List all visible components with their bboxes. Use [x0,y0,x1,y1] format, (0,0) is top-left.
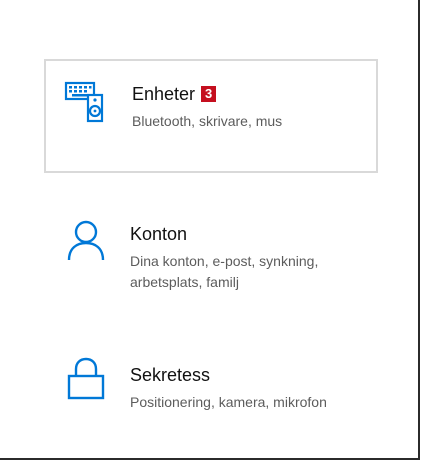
tile-description-line: arbetsplats, familj [130,274,239,290]
tile-description: Dina konton, e-post, synkning, arbetspla… [130,251,368,293]
tile-text-accounts: Konton Dina konton, e-post, synkning, ar… [130,223,368,293]
tile-description-line: Dina konton, e-post, synkning, [130,253,319,269]
lock-icon [64,356,110,402]
devices-icon [64,79,110,125]
notification-badge: 3 [201,86,217,102]
tile-title: Enheter [132,84,196,104]
tile-title: Konton [130,224,188,244]
person-icon [64,218,110,264]
settings-tile-devices[interactable]: Enheter 3 Bluetooth, skrivare, mus [44,59,378,173]
settings-window: Enheter 3 Bluetooth, skrivare, mus Konto… [0,0,420,460]
tile-text-privacy: Sekretess Positionering, kamera, mikrofo… [130,364,368,413]
settings-tile-privacy[interactable]: Sekretess Positionering, kamera, mikrofo… [44,350,378,430]
tile-description: Bluetooth, skrivare, mus [132,113,283,129]
tile-description: Positionering, kamera, mikrofon [130,394,327,410]
tile-title: Sekretess [130,365,211,385]
tile-text-devices: Enheter 3 Bluetooth, skrivare, mus [132,83,366,132]
settings-tile-accounts[interactable]: Konton Dina konton, e-post, synkning, ar… [44,206,378,306]
